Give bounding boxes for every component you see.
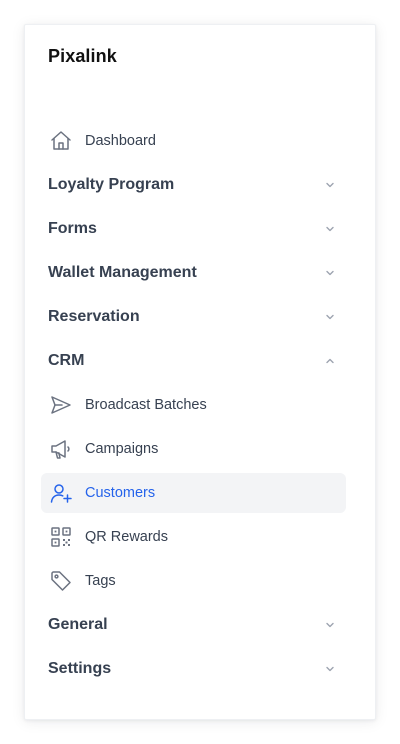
chevron-down-icon: [324, 311, 336, 323]
section-label: Forms: [48, 220, 97, 237]
megaphone-icon: [49, 437, 73, 461]
sidebar-section-loyalty-program[interactable]: Loyalty Program: [41, 165, 346, 205]
sidebar-item-label: QR Rewards: [85, 529, 168, 545]
brand-logo-text: Pixalink: [48, 46, 117, 66]
sidebar-item-label: Tags: [85, 573, 116, 589]
sidebar-section-settings[interactable]: Settings: [41, 649, 346, 689]
sidebar-item-campaigns[interactable]: Campaigns: [41, 429, 346, 469]
sidebar-panel: Pixalink Dashboard Loyalty Program Forms…: [24, 24, 376, 720]
sidebar-section-reservation[interactable]: Reservation: [41, 297, 346, 337]
sidebar-item-dashboard[interactable]: Dashboard: [41, 121, 346, 161]
user-plus-icon: [49, 481, 73, 505]
sidebar-item-tags[interactable]: Tags: [41, 561, 346, 601]
qr-code-icon: [49, 525, 73, 549]
sidebar-section-general[interactable]: General: [41, 605, 346, 645]
chevron-down-icon: [324, 267, 336, 279]
sidebar-item-broadcast-batches[interactable]: Broadcast Batches: [41, 385, 346, 425]
section-label: CRM: [48, 352, 85, 369]
chevron-down-icon: [324, 223, 336, 235]
sidebar-section-wallet-management[interactable]: Wallet Management: [41, 253, 346, 293]
section-label: Reservation: [48, 308, 140, 325]
sidebar-item-label: Campaigns: [85, 441, 159, 457]
sidebar-item-label: Dashboard: [85, 133, 156, 149]
send-icon: [49, 393, 73, 417]
section-label: Settings: [48, 660, 112, 677]
section-label: Loyalty Program: [48, 176, 175, 193]
section-label: General: [48, 616, 108, 633]
sidebar-section-crm[interactable]: CRM: [41, 341, 346, 381]
sidebar-section-forms[interactable]: Forms: [41, 209, 346, 249]
sidebar-item-customers[interactable]: Customers: [41, 473, 346, 513]
chevron-down-icon: [324, 663, 336, 675]
chevron-down-icon: [324, 619, 336, 631]
sidebar-item-label: Broadcast Batches: [85, 397, 207, 413]
section-label: Wallet Management: [48, 264, 197, 281]
chevron-up-icon: [324, 355, 336, 367]
tag-icon: [49, 569, 73, 593]
sidebar-item-qr-rewards[interactable]: QR Rewards: [41, 517, 346, 557]
chevron-down-icon: [324, 179, 336, 191]
sidebar-item-label: Customers: [85, 485, 156, 501]
home-icon: [49, 129, 73, 153]
